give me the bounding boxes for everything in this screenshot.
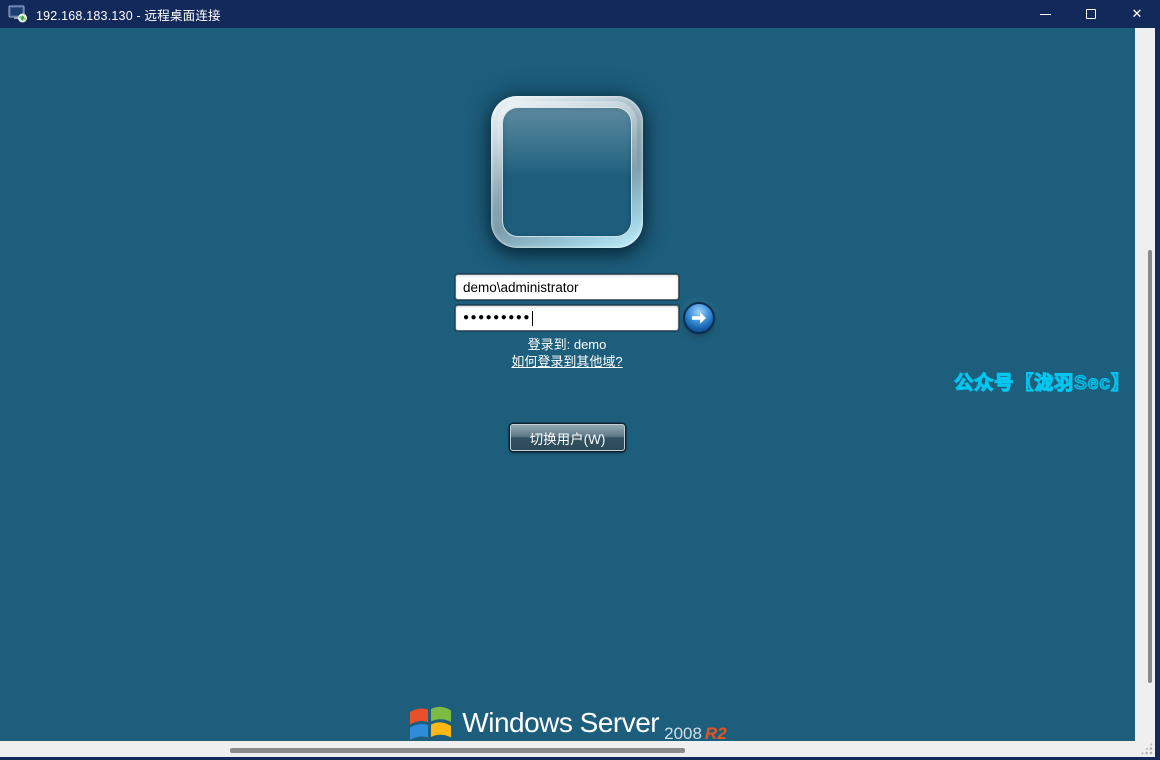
switch-user-label: 切换用户(W) (530, 428, 606, 448)
horizontal-scrollbar-thumb[interactable] (230, 748, 685, 753)
brand-edition: R2 (705, 724, 727, 741)
window-controls: ✕ (1022, 0, 1160, 28)
avatar-placeholder (502, 107, 632, 237)
right-arrow-icon (691, 311, 707, 325)
window-border-right (1155, 28, 1160, 760)
watermark-text: 公众号【泷羽Sec】 (954, 368, 1131, 395)
switch-user-button[interactable]: 切换用户(W) (510, 424, 625, 451)
maximize-button[interactable] (1068, 0, 1114, 28)
brand-version: 2008 (664, 724, 702, 741)
rdp-app-icon (8, 5, 28, 23)
vertical-scrollbar-thumb[interactable] (1148, 250, 1152, 683)
username-input[interactable] (455, 274, 679, 300)
close-icon: ✕ (1132, 6, 1143, 22)
windows-server-branding: Windows Server 2008 R2 (0, 698, 1135, 741)
login-go-button[interactable] (683, 302, 715, 334)
other-domain-link[interactable]: 如何登录到其他域? (430, 351, 704, 370)
maximize-icon (1086, 9, 1096, 19)
windows-flag-icon (408, 703, 453, 741)
close-button[interactable]: ✕ (1114, 0, 1160, 28)
brand-product: Windows Server (462, 707, 659, 739)
password-input[interactable]: ●●●●●●●●● (455, 305, 679, 331)
user-avatar-tile[interactable] (491, 96, 643, 248)
minimize-button[interactable] (1022, 0, 1068, 28)
titlebar: 192.168.183.130 - 远程桌面连接 ✕ (0, 0, 1160, 28)
minimize-icon (1040, 14, 1051, 15)
password-masked-dots: ●●●●●●●●● (463, 313, 531, 323)
rdp-desktop: ●●●●●●●●● 登录到: demo 如何登录到其他域? 公众号【泷羽Sec】… (0, 28, 1135, 741)
text-caret (532, 311, 533, 326)
vertical-scrollbar[interactable] (1135, 28, 1155, 741)
horizontal-scrollbar[interactable] (0, 741, 1155, 757)
window-title: 192.168.183.130 - 远程桌面连接 (36, 5, 221, 24)
